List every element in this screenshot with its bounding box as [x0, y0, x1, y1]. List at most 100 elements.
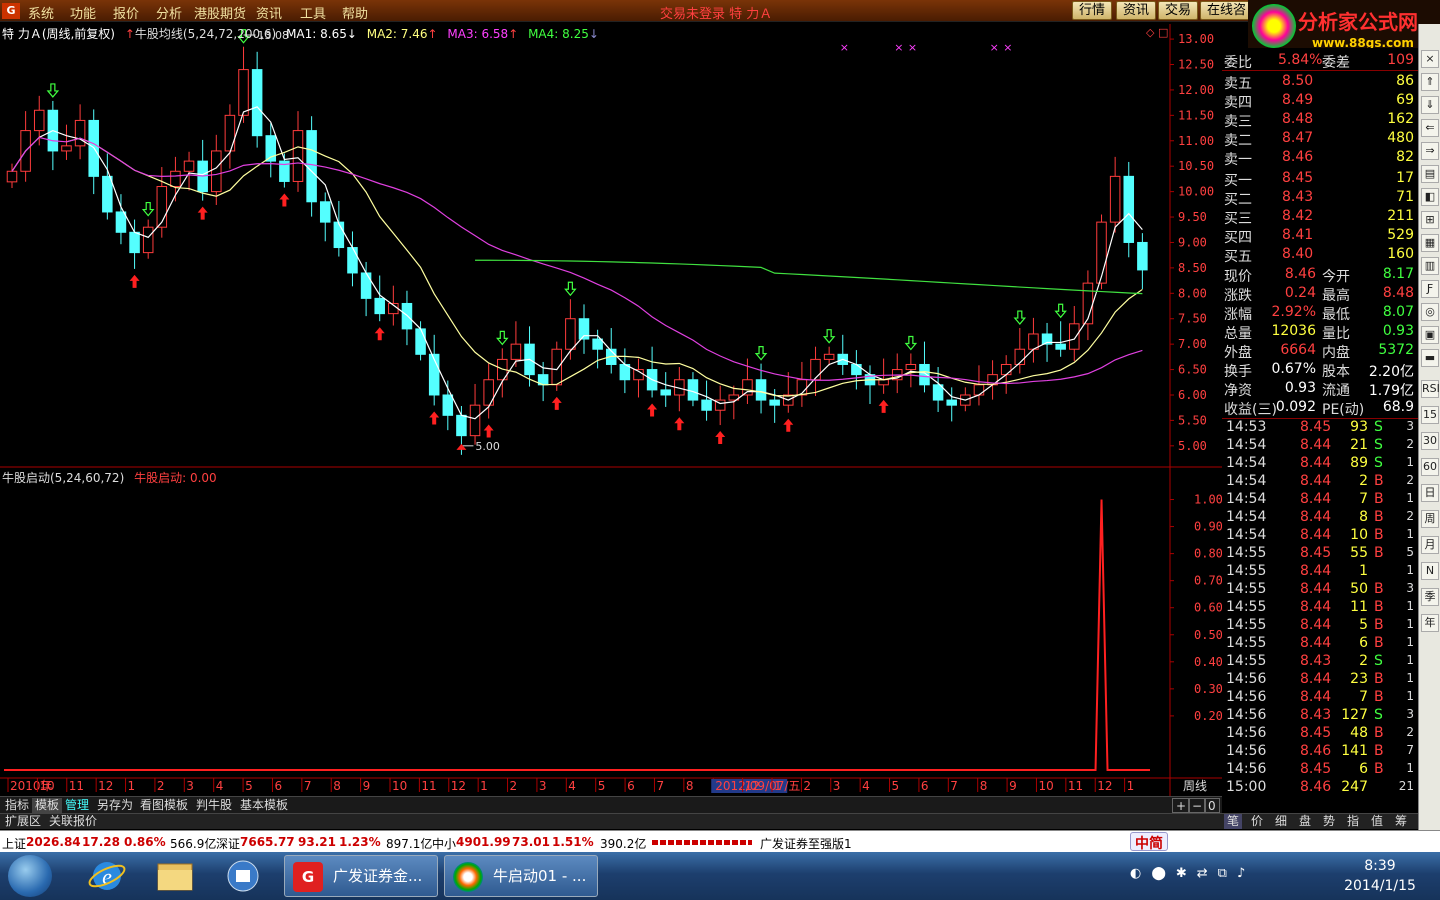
tick-time: 14:55: [1226, 563, 1267, 579]
tab-manage[interactable]: 管理: [62, 798, 92, 813]
tick-row: 14:55 8.44 6 B 1: [1222, 635, 1418, 653]
btn-market[interactable]: 行情: [1072, 1, 1113, 20]
stat-label: 外盘: [1224, 345, 1252, 361]
task-niuqidong[interactable]: 牛启动01 - ...: [444, 855, 598, 897]
toolbar-icon[interactable]: ▥: [1421, 257, 1439, 275]
system-tray[interactable]: ◐⬤✱⇄⧉♪: [1130, 866, 1255, 881]
tick-volume: 2: [1359, 653, 1368, 669]
tab-template[interactable]: 模板: [32, 798, 63, 813]
formula-label[interactable]: 牛股均线(5,24,72,200,6): [135, 27, 276, 41]
candle-body: [142, 226, 154, 254]
toolbar-icon[interactable]: Ƒ: [1421, 280, 1439, 298]
toolbar-icon[interactable]: ⇓: [1421, 96, 1439, 114]
ie-icon[interactable]: e: [82, 856, 132, 896]
menu-function[interactable]: 功能: [70, 3, 96, 22]
toolbar-icon[interactable]: ◧: [1421, 188, 1439, 206]
toolbar-icon[interactable]: ⊞: [1421, 211, 1439, 229]
menu-quote[interactable]: 报价: [113, 3, 139, 22]
menu-analysis[interactable]: 分析: [156, 3, 182, 22]
toolbar-icon[interactable]: ▤: [1421, 165, 1439, 183]
stat-label-2: 最低: [1322, 307, 1350, 323]
candle-body: [973, 384, 985, 396]
period-button[interactable]: 月: [1421, 536, 1439, 554]
ime-toolbar[interactable]: 中简: [1130, 832, 1168, 852]
task-guangfa[interactable]: G 广发证券金...: [284, 855, 438, 897]
start-button[interactable]: [8, 855, 52, 897]
toolbar-icon[interactable]: ⇒: [1421, 142, 1439, 160]
side-tab[interactable]: 势: [1320, 814, 1338, 829]
side-tab[interactable]: 筹: [1392, 814, 1410, 829]
tick-count: 7: [1406, 743, 1414, 757]
period-button[interactable]: N: [1421, 562, 1439, 580]
tick-price: 8.44: [1300, 527, 1332, 543]
tick-row: 14:55 8.45 55 B 5: [1222, 545, 1418, 563]
side-tab[interactable]: 笔: [1224, 814, 1243, 829]
toolbar-icon[interactable]: ▬: [1421, 349, 1439, 367]
side-tab[interactable]: 盘: [1296, 814, 1314, 829]
buy-label: 买四: [1224, 230, 1252, 246]
tab-judge-bull[interactable]: 判牛股: [193, 798, 235, 813]
sub-indicator-name[interactable]: 牛股启动(5,24,60,72): [2, 471, 124, 485]
menu-system[interactable]: 系统: [28, 3, 54, 22]
period-button[interactable]: 30: [1421, 432, 1439, 450]
toolbar-icon[interactable]: ⇐: [1421, 119, 1439, 137]
chart-area[interactable]: 13.00 12.50 12.00 11.50 11.00 10.50 10.00 9.50 9…: [0, 24, 1223, 796]
btn-info[interactable]: 资讯: [1116, 1, 1157, 20]
zoom-reset-button[interactable]: 0: [1204, 798, 1220, 813]
sub-tick-label: 0.40: [1194, 655, 1222, 669]
price-tick-label: 9.00: [1178, 235, 1207, 249]
tab-basic-template[interactable]: 基本模板: [237, 798, 291, 813]
tab-extension[interactable]: 扩展区: [2, 814, 44, 829]
period-button[interactable]: 季: [1421, 588, 1439, 606]
btn-online[interactable]: 在线咨: [1200, 1, 1254, 20]
tick-time: 14:56: [1226, 743, 1267, 759]
tab-related-quote[interactable]: 关联报价: [46, 814, 100, 829]
side-tab[interactable]: 细: [1272, 814, 1290, 829]
menu-help[interactable]: 帮助: [342, 3, 368, 22]
zx-amount: 390.2亿: [600, 837, 647, 851]
toolbar-icon[interactable]: ▦: [1421, 234, 1439, 252]
candle-body: [510, 343, 522, 360]
app-logo-icon: G: [2, 3, 20, 19]
toolbar-icon[interactable]: ▣: [1421, 326, 1439, 344]
tick-side: B: [1374, 689, 1384, 705]
tick-count: 2: [1406, 437, 1414, 451]
tick-count: 1: [1406, 761, 1414, 775]
folder-icon[interactable]: [150, 856, 200, 896]
tab-save-as[interactable]: 另存为: [94, 798, 136, 813]
candle-body: [905, 363, 917, 371]
stat-value: 6664: [1280, 342, 1316, 358]
tab-view-template[interactable]: 看图模板: [137, 798, 191, 813]
period-button[interactable]: 年: [1421, 614, 1439, 632]
period-button[interactable]: RSI: [1421, 380, 1440, 398]
btn-trade[interactable]: 交易: [1158, 1, 1199, 20]
menu-hk-futures[interactable]: 港股期货: [194, 3, 246, 22]
toolbar-icon[interactable]: ×: [1421, 50, 1439, 68]
side-tab[interactable]: 价: [1248, 814, 1266, 829]
period-button[interactable]: 15: [1421, 406, 1439, 424]
side-tab[interactable]: 指: [1344, 814, 1362, 829]
clock[interactable]: 8:39 2014/1/15: [1330, 856, 1430, 896]
app-icon[interactable]: [218, 856, 268, 896]
price-tick-label: 5.50: [1178, 413, 1207, 427]
time-label: 2: [803, 779, 811, 793]
period-button[interactable]: 周: [1421, 510, 1439, 528]
candle-body: [1055, 343, 1066, 350]
tick-count: 2: [1406, 725, 1414, 739]
side-tab[interactable]: 值: [1368, 814, 1386, 829]
tick-volume: 7: [1359, 491, 1368, 507]
toolbar-icon[interactable]: ◎: [1421, 303, 1439, 321]
tab-indicator[interactable]: 指标: [2, 798, 32, 813]
tick-count: 1: [1406, 527, 1414, 541]
period-button[interactable]: 日: [1421, 484, 1439, 502]
chart-svg[interactable]: 13.0012.5012.0011.5011.0010.5010.009.509…: [0, 24, 1223, 796]
tick-side: B: [1374, 725, 1384, 741]
toolbar-icon[interactable]: ⇑: [1421, 73, 1439, 91]
period-button[interactable]: 60: [1421, 458, 1439, 476]
tick-time: 14:55: [1226, 599, 1267, 615]
menu-tools[interactable]: 工具: [300, 3, 326, 22]
stat-label: 总量: [1224, 326, 1252, 342]
menu-news[interactable]: 资讯: [256, 3, 282, 22]
sub-tick-label: 0.20: [1194, 709, 1222, 723]
time-label: 6: [274, 779, 282, 793]
